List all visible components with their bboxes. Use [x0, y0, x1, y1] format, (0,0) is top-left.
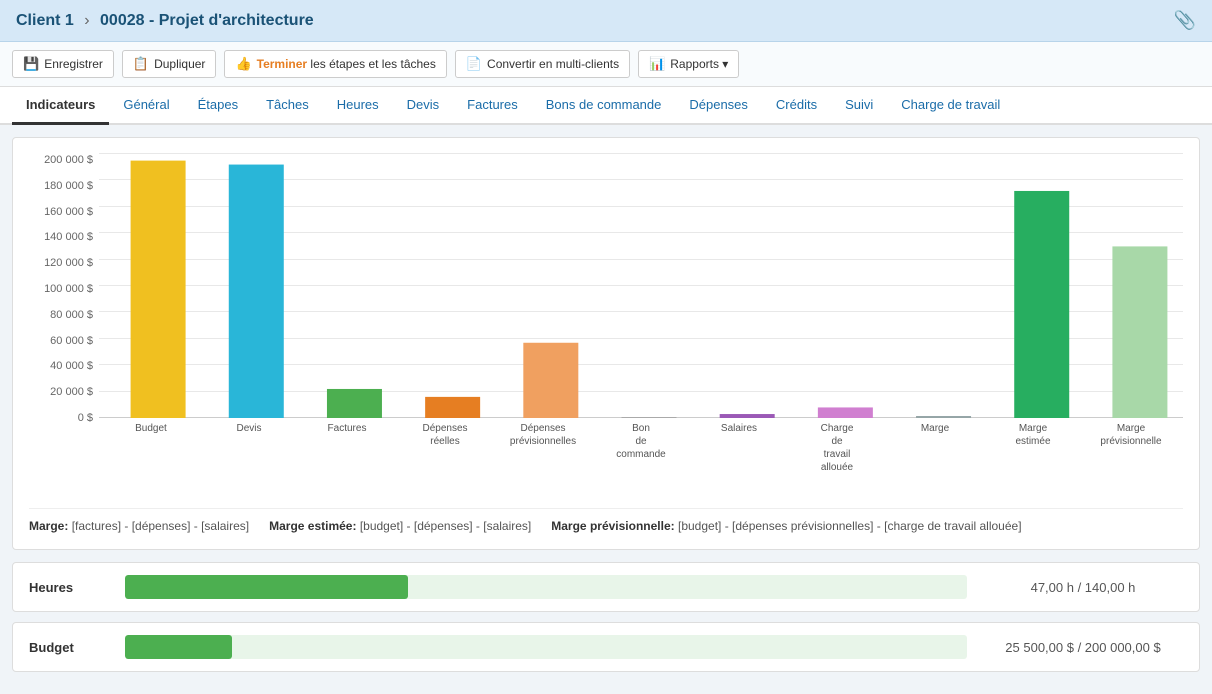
heures-metric-card: Heures 47,00 h / 140,00 h — [12, 562, 1200, 612]
tab-devis[interactable]: Devis — [393, 87, 454, 125]
bar-devis — [229, 165, 284, 418]
tab-general[interactable]: Général — [109, 87, 183, 125]
y-label-200k: 200 000 $ — [29, 154, 99, 166]
chart-card: 0 $ 20 000 $ 40 000 $ 60 000 $ 80 000 $ … — [12, 137, 1200, 550]
bar-marge — [916, 416, 971, 418]
bar-bon_commande — [622, 417, 677, 418]
reports-icon: 📊 — [649, 56, 665, 72]
duplicate-button[interactable]: 📋 Dupliquer — [122, 50, 217, 78]
save-icon: 💾 — [23, 56, 39, 72]
main-content: 0 $ 20 000 $ 40 000 $ 60 000 $ 80 000 $ … — [0, 125, 1212, 694]
tab-factures[interactable]: Factures — [453, 87, 532, 125]
tab-depenses[interactable]: Dépenses — [675, 87, 762, 125]
chart-y-axis: 0 $ 20 000 $ 40 000 $ 60 000 $ 80 000 $ … — [29, 154, 99, 474]
x-label-depenses_prev: Dépenses prévisionnelles — [495, 422, 591, 474]
heures-metric-title: Heures — [29, 580, 109, 595]
save-label: Enregistrer — [44, 57, 103, 71]
y-label-20k: 20 000 $ — [29, 386, 99, 398]
convert-icon: 📄 — [466, 56, 482, 72]
y-label-100k: 100 000 $ — [29, 283, 99, 295]
breadcrumb-separator: › — [84, 12, 94, 29]
bar-budget — [131, 161, 186, 418]
reports-button[interactable]: 📊 Rapports ▾ — [638, 50, 739, 78]
bar-depenses_reelles — [425, 397, 480, 418]
x-label-charge_allouee: Charge de travail allouée — [789, 422, 885, 474]
heures-metric-value: 47,00 h / 140,00 h — [983, 580, 1183, 595]
x-label-factures: Factures — [299, 422, 395, 474]
x-label-salaires: Salaires — [691, 422, 787, 474]
complete-label: Terminer les étapes et les tâches — [257, 57, 436, 71]
duplicate-label: Dupliquer — [154, 57, 205, 71]
tabs-bar: Indicateurs Général Étapes Tâches Heures… — [0, 87, 1212, 125]
reports-label: Rapports ▾ — [670, 57, 728, 71]
heures-bar-container — [125, 575, 967, 599]
formula-marge: Marge: [factures] - [dépenses] - [salair… — [29, 519, 249, 533]
bar-factures — [327, 389, 382, 418]
budget-metric-card: Budget 25 500,00 $ / 200 000,00 $ — [12, 622, 1200, 672]
formula-row: Marge: [factures] - [dépenses] - [salair… — [29, 508, 1183, 533]
y-label-160k: 160 000 $ — [29, 206, 99, 218]
convert-button[interactable]: 📄 Convertir en multi-clients — [455, 50, 630, 78]
tab-etapes[interactable]: Étapes — [184, 87, 252, 125]
tab-bons-commande[interactable]: Bons de commande — [532, 87, 676, 125]
tab-indicateurs[interactable]: Indicateurs — [12, 87, 109, 125]
budget-bar-fill — [125, 635, 232, 659]
x-label-marge_estimee: Marge estimée — [985, 422, 1081, 474]
y-label-180k: 180 000 $ — [29, 180, 99, 192]
y-label-60k: 60 000 $ — [29, 335, 99, 347]
bar-salaires — [720, 414, 775, 418]
paperclip-icon: 📎 — [1174, 10, 1196, 31]
y-label-140k: 140 000 $ — [29, 231, 99, 243]
tab-taches[interactable]: Tâches — [252, 87, 323, 125]
bar-marge_prev — [1112, 246, 1167, 418]
tab-credits[interactable]: Crédits — [762, 87, 831, 125]
tab-suivi[interactable]: Suivi — [831, 87, 887, 125]
convert-label: Convertir en multi-clients — [487, 57, 619, 71]
duplicate-icon: 📋 — [133, 56, 149, 72]
y-label-0: 0 $ — [29, 412, 99, 424]
client-label: Client 1 — [16, 12, 74, 29]
complete-button[interactable]: 👍 Terminer les étapes et les tâches — [224, 50, 446, 78]
header-title: Client 1 › 00028 - Projet d'architecture — [16, 12, 314, 30]
chart-body: BudgetDevisFacturesDépenses réellesDépen… — [99, 154, 1183, 474]
x-label-devis: Devis — [201, 422, 297, 474]
bar-charge_allouee — [818, 407, 873, 418]
save-button[interactable]: 💾 Enregistrer — [12, 50, 114, 78]
budget-metric-value: 25 500,00 $ / 200 000,00 $ — [983, 640, 1183, 655]
thumbsup-icon: 👍 — [235, 56, 251, 72]
bar-marge_estimee — [1014, 191, 1069, 418]
tab-heures[interactable]: Heures — [323, 87, 393, 125]
project-label: 00028 - Projet d'architecture — [100, 12, 314, 29]
chart-area: 0 $ 20 000 $ 40 000 $ 60 000 $ 80 000 $ … — [29, 154, 1183, 494]
x-labels-container: BudgetDevisFacturesDépenses réellesDépen… — [99, 422, 1183, 474]
budget-bar-container — [125, 635, 967, 659]
toolbar: 💾 Enregistrer 📋 Dupliquer 👍 Terminer les… — [0, 42, 1212, 87]
bar-chart-svg — [99, 154, 1183, 418]
formula-marge-estimee: Marge estimée: [budget] - [dépenses] - [… — [269, 519, 531, 533]
y-label-40k: 40 000 $ — [29, 360, 99, 372]
y-label-120k: 120 000 $ — [29, 257, 99, 269]
bar-depenses_prev — [523, 343, 578, 418]
heures-bar-fill — [125, 575, 408, 599]
x-label-budget: Budget — [103, 422, 199, 474]
budget-metric-title: Budget — [29, 640, 109, 655]
x-label-marge: Marge — [887, 422, 983, 474]
formula-marge-prev: Marge prévisionnelle: [budget] - [dépens… — [551, 519, 1021, 533]
tab-charge-travail[interactable]: Charge de travail — [887, 87, 1014, 125]
y-label-80k: 80 000 $ — [29, 309, 99, 321]
x-label-bon_commande: Bon de commande — [593, 422, 689, 474]
x-label-depenses_reelles: Dépenses réelles — [397, 422, 493, 474]
x-label-marge_prev: Marge prévisionnelle — [1083, 422, 1179, 474]
header-bar: Client 1 › 00028 - Projet d'architecture… — [0, 0, 1212, 42]
